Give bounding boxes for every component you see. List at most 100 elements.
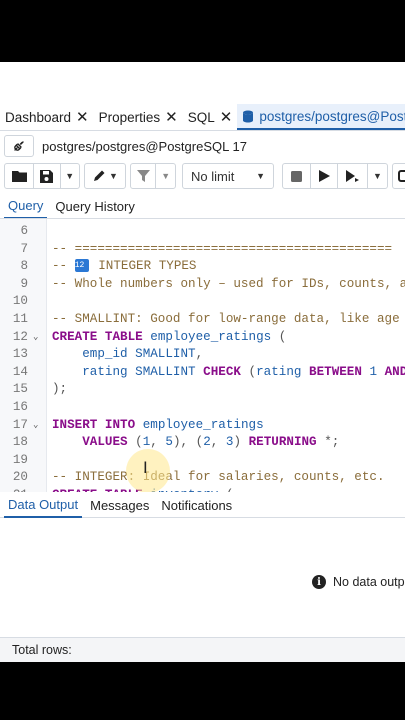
code-line[interactable]: 10: [0, 293, 405, 311]
total-rows-label: Total rows:: [12, 643, 72, 657]
code-line[interactable]: 6: [0, 223, 405, 241]
chevron-down-icon: ▼: [161, 171, 171, 181]
code-text: -- 12 34 INTEGER TYPES: [52, 259, 197, 274]
mouse-highlight: [126, 449, 170, 492]
line-number: 21: [0, 487, 28, 492]
play-step-icon: [345, 170, 359, 182]
code-text: emp_id SMALLINT,: [82, 347, 204, 362]
code-line[interactable]: 16: [0, 399, 405, 417]
code-line[interactable]: 18 VALUES (1, 5), (2, 3) RETURNING *;: [0, 434, 405, 452]
top-letterbox: [0, 0, 405, 62]
stop-icon: [290, 170, 302, 182]
explain-button[interactable]: [337, 164, 367, 188]
database-icon: [243, 110, 254, 122]
fold-chevron-icon[interactable]: ⌄: [33, 329, 38, 347]
tab-properties[interactable]: Properties ✕: [94, 104, 183, 130]
code-line[interactable]: 8 -- 12 34 INTEGER TYPES: [0, 258, 405, 276]
chevron-down-icon: ▼: [256, 171, 265, 181]
line-number: 15: [12, 382, 28, 397]
stop-button[interactable]: [283, 164, 310, 188]
code-line[interactable]: 20 -- INTEGER: Ideal for salaries, counts…: [0, 469, 405, 487]
code-line[interactable]: 15);: [0, 381, 405, 399]
edit-menu-button[interactable]: ▼: [85, 164, 125, 188]
code-line[interactable]: 11 -- SMALLINT: Good for low-range data, …: [0, 311, 405, 329]
commit-button[interactable]: [392, 163, 405, 189]
code-line[interactable]: 19: [0, 452, 405, 470]
output-tab-bar: Data Output Messages Notifications: [0, 494, 405, 518]
chevron-down-icon: ▼: [109, 171, 118, 181]
close-icon[interactable]: ✕: [165, 108, 178, 126]
fold-chevron-icon[interactable]: ⌄: [33, 487, 38, 492]
code-text: rating SMALLINT CHECK (rating BETWEEN 1 …: [82, 364, 405, 379]
close-icon[interactable]: ✕: [220, 108, 233, 126]
tab-sql[interactable]: SQL ✕: [183, 104, 238, 130]
tab-messages[interactable]: Messages: [86, 494, 153, 518]
chevron-down-icon: ▼: [65, 171, 75, 181]
code-line[interactable]: 13 emp_id SMALLINT,: [0, 346, 405, 364]
save-file-button[interactable]: [33, 164, 59, 188]
code-line[interactable]: 14 rating SMALLINT CHECK (rating BETWEEN…: [0, 364, 405, 382]
close-icon[interactable]: ✕: [76, 108, 89, 126]
filter-button-group: ▼: [130, 163, 176, 189]
connection-label[interactable]: postgres/postgres@PostgreSQL 17: [42, 139, 247, 154]
line-number: 12: [12, 329, 28, 344]
empty-output-message: i No data output: [312, 575, 405, 589]
line-number: 17: [12, 417, 28, 432]
fold-chevron-icon[interactable]: ⌄: [33, 417, 38, 435]
connection-bar: postgres/postgres@PostgreSQL 17: [0, 132, 405, 160]
query-subtabs: Query Query History: [0, 193, 405, 219]
sql-editor[interactable]: 6 7 -- ===================================…: [0, 219, 405, 492]
line-number: 11: [12, 312, 28, 326]
line-number: 18: [12, 435, 28, 450]
main-tab-bar: Dashboard ✕ Properties ✕ SQL ✕ postgres/pos…: [0, 104, 405, 130]
chevron-down-icon: ▼: [372, 171, 382, 181]
divider: [0, 130, 405, 131]
code-line[interactable]: 7 -- ====================================…: [0, 241, 405, 259]
connection-status-button[interactable]: [4, 135, 34, 157]
row-limit-select[interactable]: No limit ▼: [182, 163, 274, 189]
code-line[interactable]: 12 ⌄ CREATE TABLE employee_ratings (: [0, 329, 405, 347]
line-number: 6: [20, 224, 28, 238]
tab-data-output[interactable]: Data Output: [4, 494, 83, 518]
text-cursor-icon: I: [143, 458, 148, 477]
code-line[interactable]: 9 -- Whole numbers only – used for IDs, c…: [0, 276, 405, 294]
line-number: 19: [12, 452, 28, 467]
code-line[interactable]: 21⌄CREATE TABLE inventory (: [0, 487, 405, 492]
code-text: -- INTEGER: Ideal for salaries, counts, …: [52, 470, 385, 485]
execute-options-dropdown[interactable]: ▼: [366, 164, 387, 188]
save-options-dropdown[interactable]: ▼: [59, 164, 79, 188]
line-number: 20: [12, 470, 28, 485]
code-text: INSERT INTO employee_ratings: [52, 417, 264, 432]
filter-options-dropdown[interactable]: ▼: [155, 164, 175, 188]
tab-notifications[interactable]: Notifications: [157, 494, 236, 518]
tab-query-tool[interactable]: postgres/postgres@PostgreSQL 17: [237, 104, 405, 130]
line-number: 10: [12, 294, 28, 309]
tab-dashboard[interactable]: Dashboard ✕: [0, 104, 94, 130]
status-bar: Total rows:: [0, 637, 405, 662]
tab-label: postgres/postgres@PostgreSQL 17: [259, 108, 405, 124]
info-icon: i: [312, 575, 326, 589]
open-file-button[interactable]: [5, 164, 33, 188]
edit-button-group: ▼: [84, 163, 126, 189]
code-text: VALUES (1, 5), (2, 3) RETURNING *;: [82, 435, 340, 450]
filter-icon: [136, 170, 150, 182]
tab-query-history[interactable]: Query History: [51, 193, 138, 219]
tab-query[interactable]: Query: [4, 193, 48, 219]
code-line[interactable]: 17 ⌄ INSERT INTO employee_ratings: [0, 417, 405, 435]
code-text: );: [52, 382, 68, 397]
transaction-icon: [398, 170, 405, 182]
line-number: 13: [12, 347, 28, 362]
line-number: 7: [20, 241, 28, 256]
file-button-group: ▼: [4, 163, 80, 189]
row-limit-value: No limit: [191, 168, 235, 184]
tab-label: Dashboard: [5, 109, 72, 125]
code-text: -- Whole numbers only – used for IDs, co…: [52, 276, 405, 291]
tab-label: SQL: [187, 109, 215, 125]
filter-button[interactable]: [131, 164, 155, 188]
execute-button[interactable]: [309, 164, 338, 188]
code-text: CREATE TABLE employee_ratings (: [52, 329, 287, 344]
play-icon: [318, 170, 330, 182]
pgadmin-query-tool: Dashboard ✕ Properties ✕ SQL ✕ postgres/pos…: [0, 62, 405, 662]
execute-button-group: ▼: [282, 163, 388, 189]
plug-icon: [14, 141, 24, 151]
